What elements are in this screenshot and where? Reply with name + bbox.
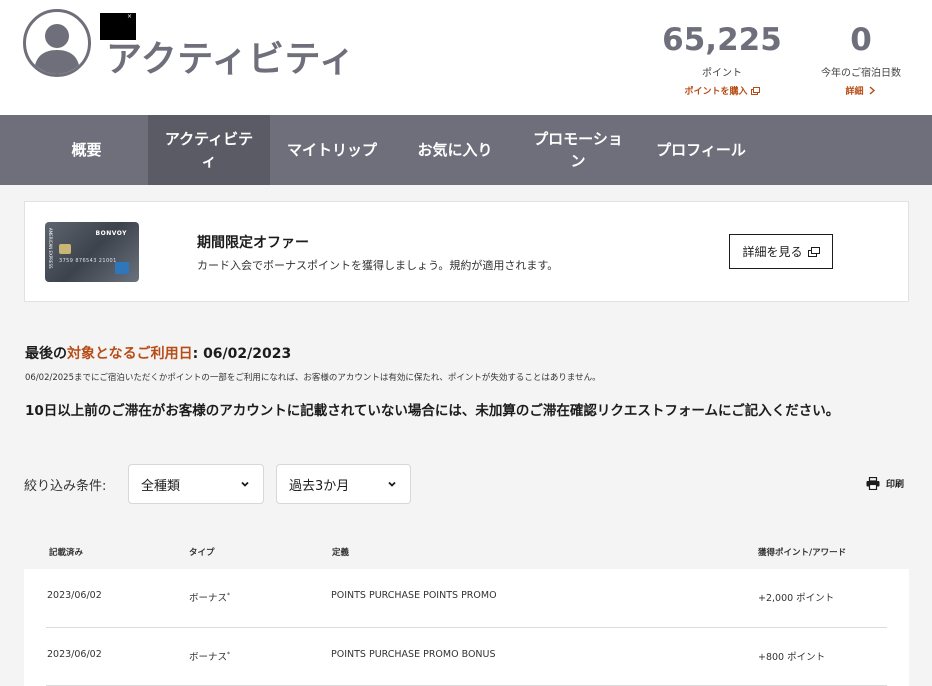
nights-value: 0: [850, 22, 872, 58]
offer-banner: AMERICAN EXPRESS BONVOY 3759 876543 2100…: [24, 201, 909, 302]
offer-description: カード入会でボーナスポイントを獲得しましょう。規約が適用されます。: [197, 259, 559, 272]
table-row[interactable]: 2023/06/02 ボーナス* POINTS PURCHASE POINTS …: [24, 569, 909, 627]
column-header-definition[interactable]: 定義: [332, 546, 349, 558]
type-filter-select[interactable]: 全種類: [128, 464, 264, 504]
tab-promotions[interactable]: プロモーショ ン: [516, 115, 640, 185]
tab-overview-label: 概要: [71, 141, 102, 159]
chevron-down-icon: [388, 481, 396, 487]
tab-my-trips-label: マイトリップ: [286, 141, 377, 159]
column-header-type[interactable]: タイプ: [189, 546, 215, 558]
row-definition: POINTS PURCHASE POINTS PROMO: [331, 590, 497, 601]
row-type-label: ボーナス: [189, 652, 228, 663]
activity-table: 2023/06/02 ボーナス* POINTS PURCHASE POINTS …: [24, 569, 909, 686]
missing-stay-warning: 10日以上前のご滞在がお客様のアカウントに記載されていない場合には、未加算のご滞…: [25, 403, 840, 419]
tab-overview[interactable]: 概要: [25, 115, 148, 185]
row-date: 2023/06/02: [47, 649, 102, 660]
filter-label: 絞り込み条件:: [24, 479, 107, 494]
points-stat: 65,225 ポイント ポイントを購入: [660, 22, 784, 98]
row-type: ボーナス*: [189, 590, 230, 604]
offer-details-button[interactable]: 詳細を見る: [729, 234, 833, 269]
tab-activity[interactable]: アクティビテ ィ: [148, 115, 270, 185]
buy-points-link[interactable]: ポイントを購入: [684, 84, 760, 97]
last-date-prefix: 最後の: [25, 346, 67, 362]
chevron-down-icon: [241, 481, 249, 487]
offer-details-button-label: 詳細を見る: [742, 245, 803, 259]
page-header: × アクティビティ 65,225 ポイント ポイントを購入 0 今年のご宿泊日数…: [0, 0, 932, 115]
row-type-label: ボーナス: [189, 593, 228, 604]
row-points: +2,000 ポイント: [758, 593, 835, 604]
column-header-points[interactable]: 獲得ポイント/アワード: [758, 546, 846, 558]
type-filter-value: 全種類: [141, 478, 181, 494]
nights-stat: 0 今年のご宿泊日数 詳細: [815, 22, 907, 98]
tab-profile[interactable]: プロフィール: [640, 115, 762, 185]
points-label: ポイント: [702, 68, 742, 79]
tab-favorites-label: お気に入り: [417, 141, 493, 159]
tab-favorites[interactable]: お気に入り: [394, 115, 516, 185]
nights-details-link[interactable]: 詳細: [845, 84, 876, 97]
row-definition: POINTS PURCHASE PROMO BONUS: [331, 649, 496, 660]
buy-points-link-label: ポイントを購入: [684, 87, 748, 97]
credit-card-image: AMERICAN EXPRESS BONVOY 3759 876543 2100…: [45, 222, 139, 282]
points-value: 65,225: [662, 22, 782, 58]
page-title: アクティビティ: [106, 39, 356, 80]
expiry-note: 06/02/2025までにご宿泊いただくかポイントの一部をご利用になれば、お客様…: [25, 373, 601, 383]
main-nav: 概要 アクティビテ ィ マイトリップ お気に入り プロモーショ ン プロフィール: [0, 115, 932, 185]
nights-label: 今年のご宿泊日数: [821, 68, 901, 79]
tab-profile-label: プロフィール: [656, 141, 746, 159]
external-link-icon: [807, 246, 820, 257]
row-type-mark: *: [227, 591, 231, 599]
tab-promotions-label: プロモーショ ン: [533, 130, 623, 170]
chevron-right-icon: [869, 86, 875, 95]
period-filter-select[interactable]: 過去3か月: [276, 464, 411, 504]
print-label: 印刷: [886, 480, 905, 490]
last-date-value: : 06/02/2023: [192, 346, 292, 362]
printer-icon: [866, 477, 880, 490]
user-icon: [34, 24, 80, 74]
period-filter-value: 過去3か月: [289, 478, 350, 494]
tab-activity-label: アクティビテ ィ: [164, 130, 254, 170]
table-row[interactable]: 2023/06/02 ボーナス* POINTS PURCHASE PROMO B…: [24, 628, 909, 686]
last-qualifying-date: 最後の対象となるご利用日: 06/02/2023: [25, 343, 291, 363]
row-type-mark: *: [227, 650, 231, 658]
column-header-date[interactable]: 記載済み: [49, 546, 83, 558]
avatar[interactable]: [23, 9, 91, 77]
row-type: ボーナス*: [189, 649, 230, 663]
external-link-icon: [750, 86, 760, 95]
offer-title: 期間限定オファー: [197, 235, 309, 251]
row-date: 2023/06/02: [47, 590, 102, 601]
nights-details-link-label: 詳細: [845, 87, 864, 97]
row-points: +800 ポイント: [758, 652, 826, 663]
print-button[interactable]: 印刷: [866, 477, 904, 490]
tab-my-trips[interactable]: マイトリップ: [270, 115, 394, 185]
last-date-highlight: 対象となるご利用日: [67, 346, 193, 362]
